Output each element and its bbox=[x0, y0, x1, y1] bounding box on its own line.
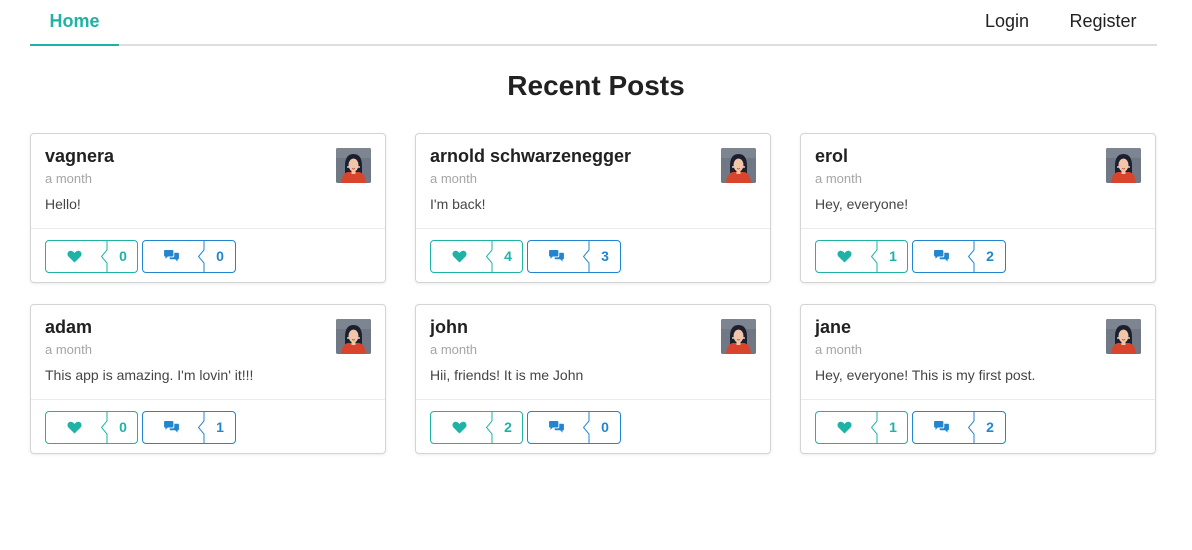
comment-count: 2 bbox=[986, 248, 994, 264]
post-body: This app is amazing. I'm lovin' it!!! bbox=[45, 367, 254, 383]
like-button[interactable]: 2 bbox=[430, 411, 523, 444]
post-author: adam bbox=[45, 317, 93, 337]
post-card-content: arnold schwarzenegger a month I'm back! bbox=[416, 134, 770, 229]
like-count: 0 bbox=[119, 248, 127, 264]
user-avatar bbox=[336, 148, 371, 183]
post-card-content: john a month Hii, friends! It is me John bbox=[416, 305, 770, 400]
post-time[interactable]: a month bbox=[430, 171, 477, 186]
post-card: erol a month Hey, everyone! 1 2 bbox=[800, 133, 1156, 283]
like-count: 1 bbox=[889, 248, 897, 264]
heart-icon bbox=[816, 241, 872, 272]
comment-count: 2 bbox=[986, 419, 994, 435]
user-avatar bbox=[1106, 319, 1141, 354]
post-card: john a month Hii, friends! It is me John bbox=[415, 304, 771, 454]
post-card: adam a month This app is amazing. I'm lo… bbox=[30, 304, 386, 454]
like-count: 1 bbox=[889, 419, 897, 435]
post-time[interactable]: a month bbox=[45, 171, 92, 186]
comment-count: 0 bbox=[216, 248, 224, 264]
comment-button[interactable]: 2 bbox=[912, 411, 1006, 444]
top-menu: Home Login Register bbox=[30, 0, 1157, 46]
heart-icon bbox=[46, 412, 102, 443]
like-button[interactable]: 1 bbox=[815, 411, 908, 444]
post-body: Hey, everyone! This is my first post. bbox=[815, 367, 1036, 383]
nav-login-link[interactable]: Login bbox=[965, 0, 1049, 44]
like-count: 2 bbox=[504, 419, 512, 435]
comments-icon bbox=[528, 412, 584, 443]
post-time[interactable]: a month bbox=[815, 171, 862, 186]
post-card-content: vagnera a month Hello! bbox=[31, 134, 385, 229]
post-body: Hii, friends! It is me John bbox=[430, 367, 584, 383]
user-avatar bbox=[336, 319, 371, 354]
post-card: vagnera a month Hello! 0 0 bbox=[30, 133, 386, 283]
like-button[interactable]: 4 bbox=[430, 240, 523, 273]
comments-icon bbox=[528, 241, 584, 272]
nav-register-link[interactable]: Register bbox=[1049, 0, 1157, 44]
heart-icon bbox=[46, 241, 102, 272]
heart-icon bbox=[431, 412, 487, 443]
like-button[interactable]: 0 bbox=[45, 411, 138, 444]
post-author: arnold schwarzenegger bbox=[430, 146, 632, 166]
page-title: Recent Posts bbox=[507, 70, 685, 101]
post-author: jane bbox=[815, 317, 852, 337]
post-card-content: adam a month This app is amazing. I'm lo… bbox=[31, 305, 385, 400]
comment-button[interactable]: 1 bbox=[142, 411, 236, 444]
post-author: erol bbox=[815, 146, 849, 166]
comment-count: 0 bbox=[601, 419, 609, 435]
comments-icon bbox=[913, 412, 969, 443]
comments-icon bbox=[913, 241, 969, 272]
post-card: arnold schwarzenegger a month I'm back! bbox=[415, 133, 771, 283]
comment-button[interactable]: 0 bbox=[527, 411, 621, 444]
post-body: Hello! bbox=[45, 196, 81, 212]
comment-button[interactable]: 3 bbox=[527, 240, 621, 273]
user-avatar bbox=[721, 148, 756, 183]
nav-home-link[interactable]: Home bbox=[30, 0, 119, 46]
post-body: I'm back! bbox=[430, 196, 486, 212]
comment-count: 3 bbox=[601, 248, 609, 264]
post-body: Hey, everyone! bbox=[815, 196, 909, 212]
user-avatar bbox=[1106, 148, 1141, 183]
post-author: john bbox=[430, 317, 468, 337]
post-time[interactable]: a month bbox=[430, 342, 477, 357]
comment-count: 1 bbox=[216, 419, 224, 435]
post-time[interactable]: a month bbox=[45, 342, 92, 357]
comment-button[interactable]: 2 bbox=[912, 240, 1006, 273]
comment-button[interactable]: 0 bbox=[142, 240, 236, 273]
like-button[interactable]: 0 bbox=[45, 240, 138, 273]
post-card: jane a month Hey, everyone! This is my f… bbox=[800, 304, 1156, 454]
post-card-content: jane a month Hey, everyone! This is my f… bbox=[801, 305, 1155, 400]
like-button[interactable]: 1 bbox=[815, 240, 908, 273]
post-time[interactable]: a month bbox=[815, 342, 862, 357]
user-avatar bbox=[721, 319, 756, 354]
like-count: 0 bbox=[119, 419, 127, 435]
comments-icon bbox=[143, 412, 199, 443]
heart-icon bbox=[431, 241, 487, 272]
post-author: vagnera bbox=[45, 146, 115, 166]
heart-icon bbox=[816, 412, 872, 443]
comments-icon bbox=[143, 241, 199, 272]
like-count: 4 bbox=[504, 248, 512, 264]
post-card-content: erol a month Hey, everyone! bbox=[801, 134, 1155, 229]
